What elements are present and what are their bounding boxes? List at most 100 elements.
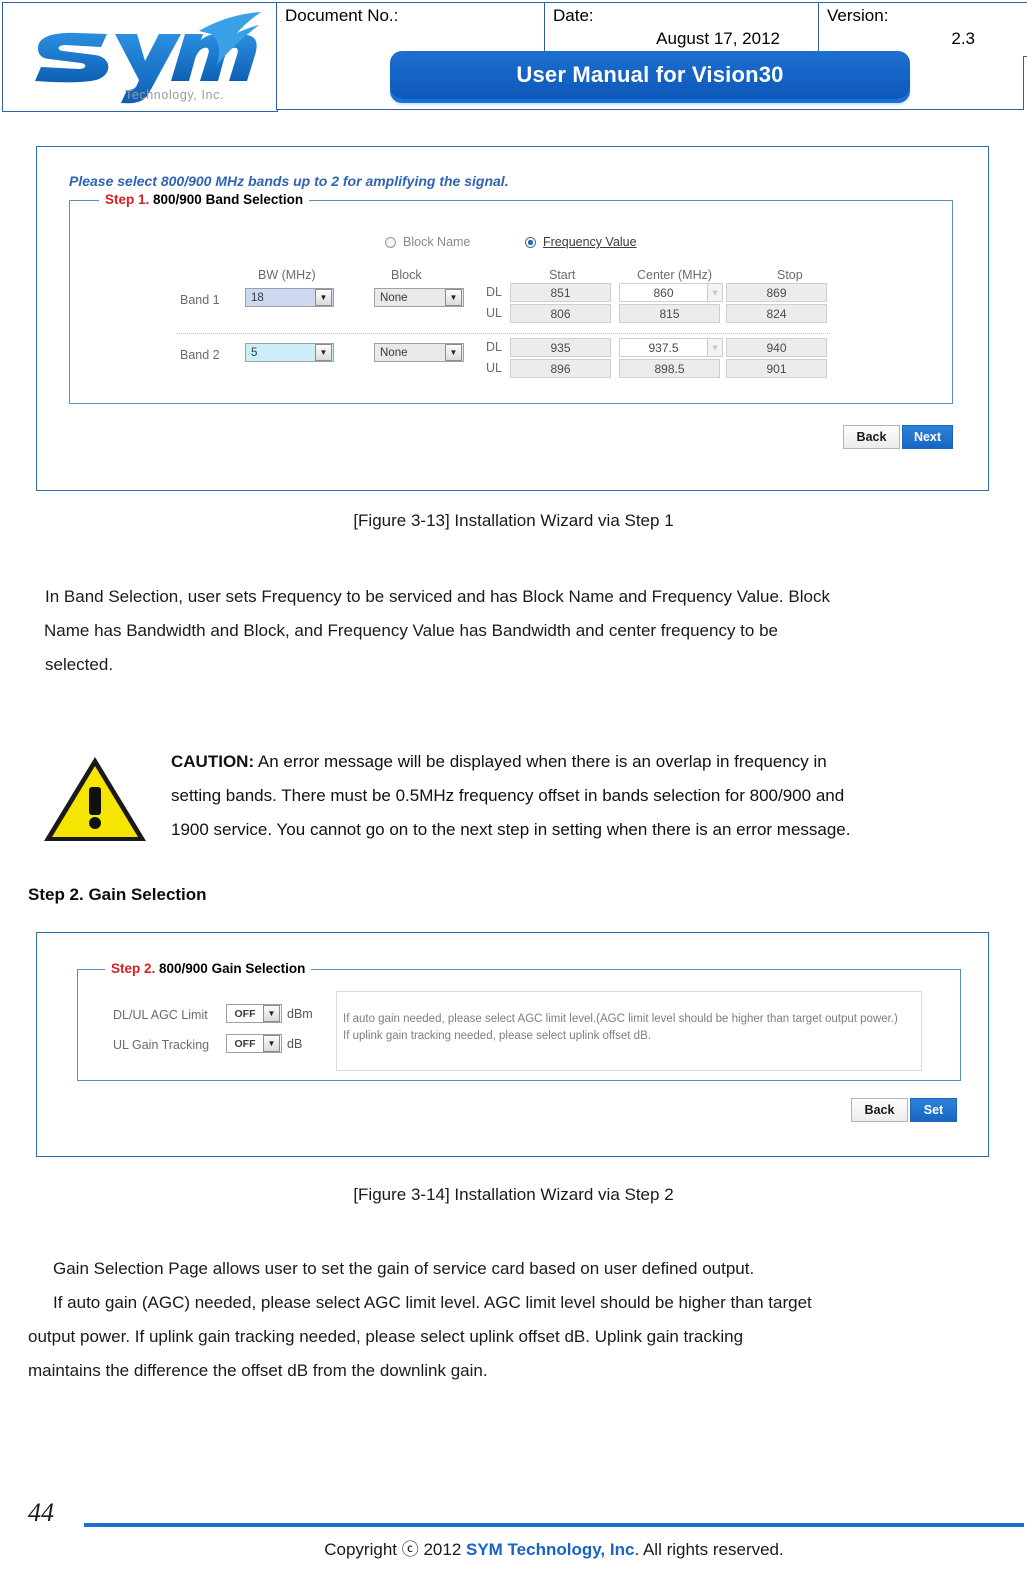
footer-copyright: Copyright ⓒ 2012 SYM Technology, Inc. Al…: [84, 1535, 1024, 1560]
date-cell: Date: August 17, 2012: [544, 2, 819, 57]
band-1-dl-start: 851: [510, 283, 611, 302]
company-logo-cell: Technology, Inc.: [2, 2, 278, 112]
col-header-block: Block: [391, 268, 422, 282]
caution-callout: CAUTION: An error message will be displa…: [34, 745, 1009, 855]
date-value: August 17, 2012: [656, 29, 780, 48]
warning-triangle-icon: [40, 753, 150, 850]
paragraph-line-1: In Band Selection, user sets Frequency t…: [45, 587, 830, 606]
band-2-block-value: None: [380, 346, 408, 359]
band-2-bw-select[interactable]: 5 ▼: [245, 343, 334, 362]
band-1-ul-center: 815: [619, 304, 720, 323]
col-header-bw: BW (MHz): [258, 268, 316, 282]
band-1-dl-center[interactable]: 860: [619, 283, 708, 302]
chevron-down-icon[interactable]: ▼: [445, 289, 462, 306]
band-row-separator: [177, 333, 830, 334]
ul-gain-tracking-label: UL Gain Tracking: [113, 1038, 210, 1052]
copyright-prefix: Copyright ⓒ 2012: [324, 1540, 466, 1559]
back-button[interactable]: Back: [851, 1098, 908, 1122]
document-header: Technology, Inc. Document No.: Date: Aug…: [0, 0, 1027, 115]
band-2-dl-center-spinner[interactable]: ▿: [708, 338, 723, 357]
band-1-dl-label: DL: [486, 285, 502, 299]
paragraph-line-3: selected.: [45, 655, 114, 674]
caution-line-2: setting bands. There must be 0.5MHz freq…: [171, 786, 845, 805]
paragraph-line-2: Name has Bandwidth and Block, and Freque…: [44, 621, 778, 640]
step-2-heading: Step 2. Gain Selection: [28, 885, 207, 904]
gain-paragraph-line-1: Gain Selection Page allows user to set t…: [53, 1259, 755, 1278]
svg-text:Technology, Inc.: Technology, Inc.: [125, 88, 224, 102]
caution-text: CAUTION: An error message will be displa…: [171, 745, 1027, 847]
footer-divider: [84, 1523, 1024, 1527]
step2-legend-rest: 800/900 Gain Selection: [155, 961, 306, 976]
gain-selection-paragraph: Gain Selection Page allows user to set t…: [28, 1252, 1005, 1388]
radio-block-name[interactable]: [385, 237, 396, 248]
band-1-block-select[interactable]: None ▼: [374, 288, 464, 307]
band-2-ul-label: UL: [486, 361, 502, 375]
gain-info-line-1: If auto gain needed, please select AGC l…: [343, 1013, 898, 1025]
ul-gain-tracking-select[interactable]: OFF ▼: [226, 1034, 282, 1053]
agc-limit-unit: dBm: [287, 1007, 313, 1021]
col-header-stop: Stop: [777, 268, 803, 282]
band-2-dl-center[interactable]: 937.5: [619, 338, 708, 357]
caution-line-1: An error message will be displayed when …: [254, 752, 827, 771]
radio-frequency-value-label[interactable]: Frequency Value: [543, 235, 637, 249]
ul-gain-tracking-unit: dB: [287, 1037, 303, 1051]
manual-title-banner: User Manual for Vision30: [390, 51, 910, 99]
gain-paragraph-line-4: maintains the difference the offset dB f…: [28, 1361, 488, 1380]
radio-frequency-value[interactable]: [525, 237, 536, 248]
radio-block-name-label[interactable]: Block Name: [403, 235, 470, 249]
chevron-down-icon[interactable]: ▼: [315, 289, 332, 306]
ul-gain-tracking-value: OFF: [234, 1037, 256, 1050]
figure-3-13-caption: [Figure 3-13] Installation Wizard via St…: [353, 511, 674, 530]
agc-limit-label: DL/UL AGC Limit: [113, 1008, 208, 1022]
chevron-down-icon[interactable]: ▼: [445, 344, 462, 361]
col-header-start: Start: [549, 268, 576, 282]
next-button[interactable]: Next: [902, 425, 953, 449]
band-1-bw-value: 18: [251, 291, 264, 304]
band-1-block-value: None: [380, 291, 408, 304]
gain-paragraph-line-2: If auto gain (AGC) needed, please select…: [53, 1293, 812, 1312]
band-2-ul-stop: 901: [726, 359, 827, 378]
figure-3-14-caption: [Figure 3-14] Installation Wizard via St…: [353, 1185, 674, 1204]
band-2-dl-stop: 940: [726, 338, 827, 357]
gain-paragraph-line-3: output power. If uplink gain tracking ne…: [28, 1327, 744, 1346]
band-2-label: Band 2: [180, 348, 220, 362]
band-2-dl-start: 935: [510, 338, 611, 357]
band-2-bw-value: 5: [251, 346, 258, 359]
doc-no-label: Document No.:: [285, 6, 399, 25]
caution-keyword: CAUTION:: [171, 752, 255, 771]
band-2-ul-start: 896: [510, 359, 611, 378]
band-2-ul-center: 898.5: [619, 359, 720, 378]
gain-info-line-2: If uplink gain tracking needed, please s…: [343, 1030, 651, 1042]
sym-logo: Technology, Inc.: [3, 3, 277, 111]
agc-limit-value: OFF: [234, 1007, 256, 1020]
band-1-bw-select[interactable]: 18 ▼: [245, 288, 334, 307]
copyright-suffix: . All rights reserved.: [634, 1540, 784, 1559]
band-1-ul-stop: 824: [726, 304, 827, 323]
step1-group-legend: Step 1. 800/900 Band Selection: [99, 192, 310, 207]
chevron-down-icon[interactable]: ▼: [263, 1005, 280, 1022]
back-button[interactable]: Back: [843, 425, 900, 449]
band-1-dl-center-spinner[interactable]: ▿: [708, 283, 723, 302]
figure-3-14-screenshot: Step 2. 800/900 Gain Selection DL/UL AGC…: [36, 932, 989, 1157]
band-selection-paragraph: In Band Selection, user sets Frequency t…: [44, 580, 1005, 682]
company-name: SYM Technology, Inc: [466, 1540, 635, 1559]
agc-limit-select[interactable]: OFF ▼: [226, 1004, 282, 1023]
step1-legend-step: Step 1.: [105, 192, 150, 207]
band-2-dl-label: DL: [486, 340, 502, 354]
band-1-ul-label: UL: [486, 306, 502, 320]
set-button[interactable]: Set: [910, 1098, 957, 1122]
step2-legend-step: Step 2.: [111, 961, 156, 976]
caution-line-3: 1900 service. You cannot go on to the ne…: [171, 820, 851, 839]
sym-logo-icon: Technology, Inc.: [35, 12, 261, 104]
band-2-block-select[interactable]: None ▼: [374, 343, 464, 362]
col-header-center: Center (MHz): [637, 268, 713, 282]
band-1-label: Band 1: [180, 293, 220, 307]
chevron-down-icon[interactable]: ▼: [315, 344, 332, 361]
version-cell: Version: 2.3: [818, 2, 1027, 57]
version-value: 2.3: [951, 29, 975, 48]
band-1-ul-start: 806: [510, 304, 611, 323]
version-label: Version:: [827, 6, 889, 25]
chevron-down-icon[interactable]: ▼: [263, 1035, 280, 1052]
band-1-dl-stop: 869: [726, 283, 827, 302]
page-number: 44: [28, 1498, 54, 1527]
